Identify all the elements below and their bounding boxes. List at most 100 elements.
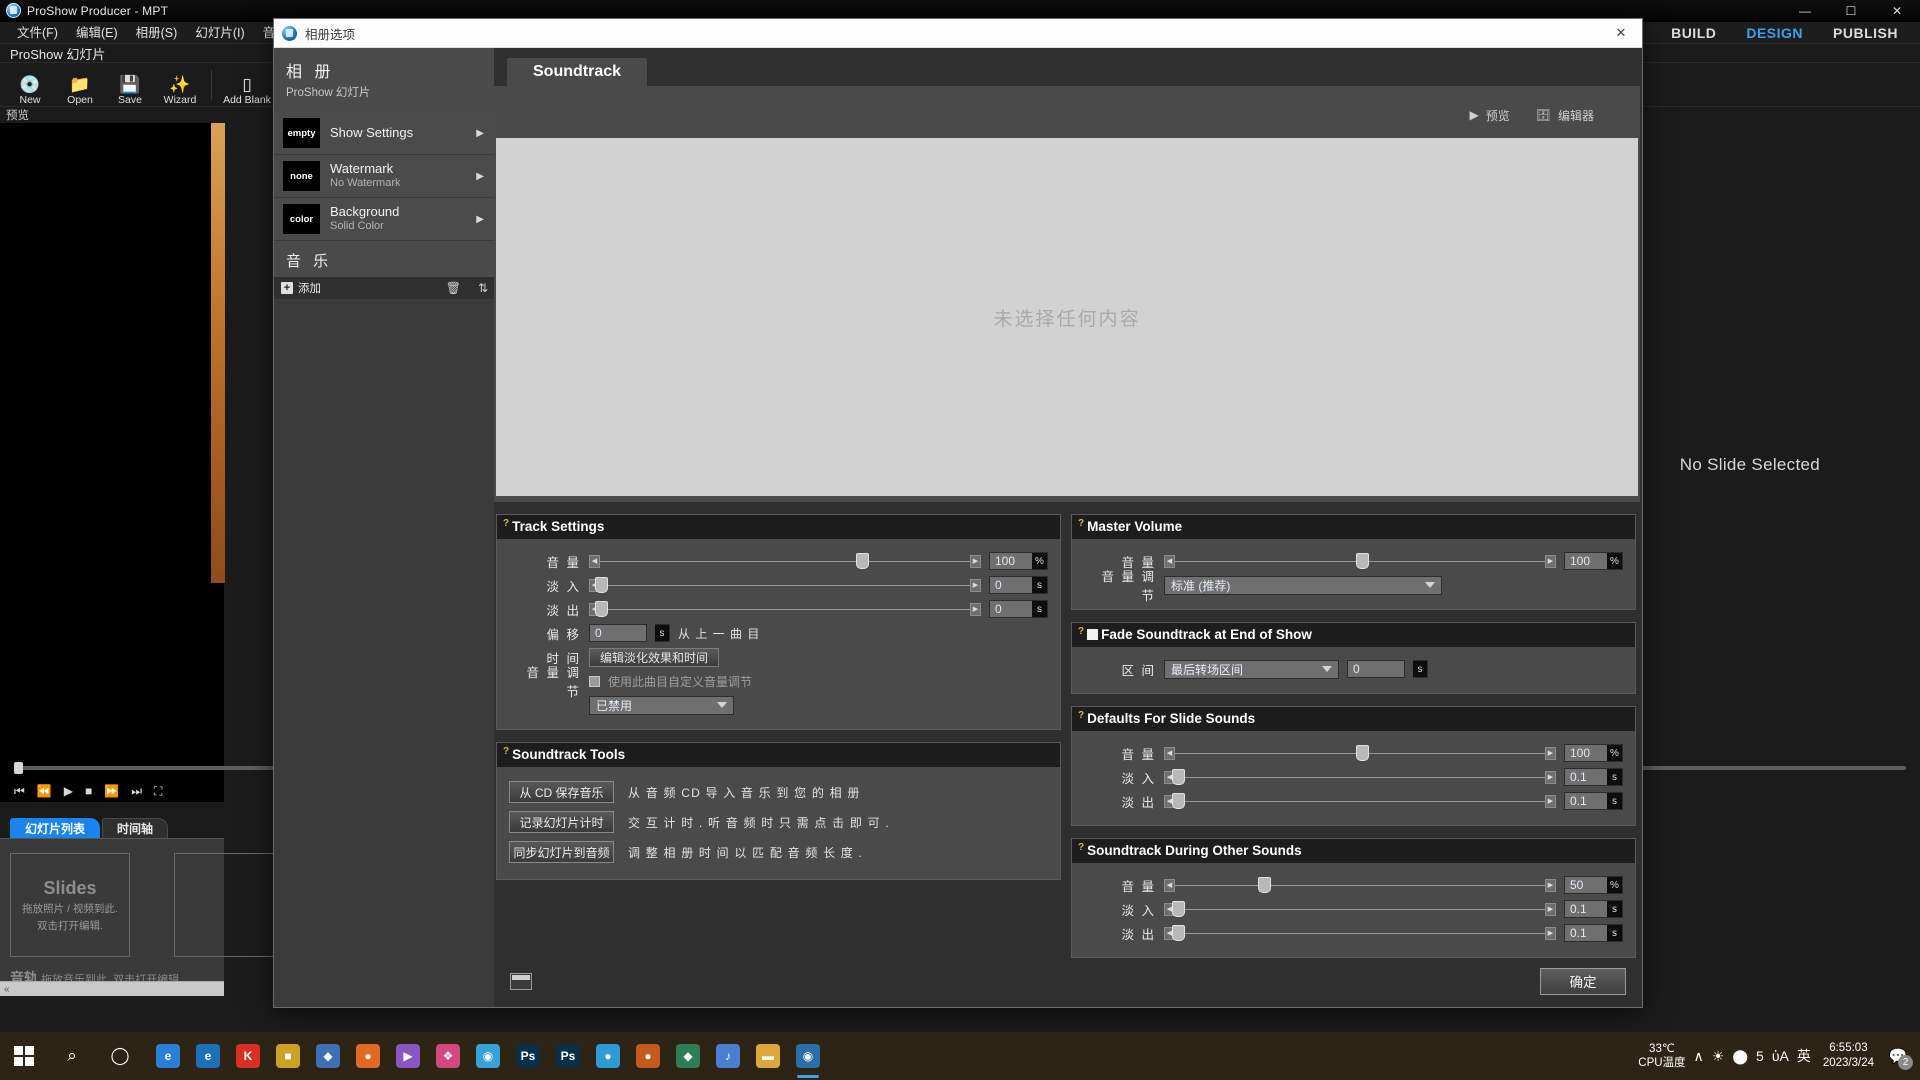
save-music-from-cd-button[interactable]: 从 CD 保存音乐 <box>509 781 614 803</box>
tray-volume-icon[interactable]: ὐA <box>1772 1048 1789 1064</box>
tab-soundtrack[interactable]: Soundtrack <box>507 58 647 86</box>
sync-slides-to-audio-button[interactable]: 同步幻灯片到音频 <box>509 841 614 863</box>
track-fadeout-value[interactable]: 0 <box>990 601 1032 617</box>
toolbar-addblank-button[interactable]: ▯ Add Blank <box>219 64 275 106</box>
slider-increase-icon[interactable]: ▶ <box>970 555 981 568</box>
taskbar-app-8[interactable]: ❖ <box>428 1032 468 1080</box>
tray-shield-icon[interactable]: ⬤ <box>1732 1048 1748 1065</box>
help-question-icon[interactable]: ? <box>503 747 509 757</box>
taskview-icon[interactable]: ◯ <box>96 1032 144 1080</box>
menu-show[interactable]: 相册(S) <box>127 22 187 44</box>
custom-volume-select[interactable]: 已禁用 <box>589 696 734 715</box>
slider-increase-icon[interactable]: ▶ <box>1545 771 1556 784</box>
toolbar-open-button[interactable]: 📁 Open <box>56 64 104 106</box>
stop-icon[interactable]: ■ <box>85 784 92 798</box>
other-fadeout-value[interactable]: 0.1 <box>1565 925 1607 941</box>
sidebar-item-background[interactable]: color Background Solid Color ▶ <box>274 198 494 241</box>
slider-knob[interactable] <box>856 553 869 569</box>
record-slide-timing-button[interactable]: 记录幻灯片计时 <box>509 811 614 833</box>
slider-knob[interactable] <box>595 601 608 617</box>
mode-publish[interactable]: PUBLISH <box>1833 25 1898 41</box>
taskbar-app-15[interactable]: ♪ <box>708 1032 748 1080</box>
start-button[interactable] <box>0 1032 48 1080</box>
track-fadein-value[interactable]: 0 <box>990 577 1032 593</box>
master-volume-value[interactable]: 100 <box>1565 553 1607 569</box>
track-volume-slider[interactable]: ◀ ▶ <box>589 552 981 570</box>
track-fadein-field[interactable]: 0 s <box>989 576 1048 594</box>
tray-expand-chevron-icon[interactable]: ∧ <box>1694 1048 1704 1065</box>
slider-knob[interactable] <box>1172 769 1185 785</box>
slider-increase-icon[interactable]: ▶ <box>970 603 981 616</box>
slider-decrease-icon[interactable]: ◀ <box>1164 747 1175 760</box>
fastforward-icon[interactable]: ⏩ <box>104 784 119 798</box>
fade-soundtrack-checkbox[interactable] <box>1087 629 1098 640</box>
menu-edit[interactable]: 编辑(E) <box>67 22 127 44</box>
slide-default-fadein-slider[interactable]: ◀ ▶ <box>1164 768 1556 786</box>
slider-knob[interactable] <box>595 577 608 593</box>
slider-knob[interactable] <box>1172 925 1185 941</box>
slider-increase-icon[interactable]: ▶ <box>1545 927 1556 940</box>
help-question-icon[interactable]: ? <box>503 519 509 529</box>
track-fadeout-slider[interactable]: ◀ ▶ <box>589 600 981 618</box>
slider-increase-icon[interactable]: ▶ <box>1545 795 1556 808</box>
slide-default-volume-field[interactable]: 100 % <box>1564 744 1623 762</box>
slide-default-fadeout-field[interactable]: 0.1 s <box>1564 792 1623 810</box>
slider-increase-icon[interactable]: ▶ <box>1545 747 1556 760</box>
slider-decrease-icon[interactable]: ◀ <box>1164 555 1175 568</box>
ime-indicator[interactable]: 英 <box>1797 1046 1811 1066</box>
track-volume-field[interactable]: 100 % <box>989 552 1048 570</box>
track-fadeout-field[interactable]: 0 s <box>989 600 1048 618</box>
other-fadein-field[interactable]: 0.1 s <box>1564 900 1623 918</box>
master-volume-slider[interactable]: ◀ ▶ <box>1164 552 1556 570</box>
taskbar-app-13[interactable]: ● <box>628 1032 668 1080</box>
minimize-button[interactable]: — <box>1782 0 1828 22</box>
slide-default-fadein-value[interactable]: 0.1 <box>1565 769 1607 785</box>
other-volume-value[interactable]: 50 <box>1565 877 1607 893</box>
slide-default-fadeout-slider[interactable]: ◀ ▶ <box>1164 792 1556 810</box>
track-volume-value[interactable]: 100 <box>990 553 1032 569</box>
slider-increase-icon[interactable]: ▶ <box>1545 555 1556 568</box>
cpu-temperature-widget[interactable]: 33℃ CPU温度 <box>1638 1042 1685 1070</box>
help-question-icon[interactable]: ? <box>1078 627 1084 637</box>
sort-updown-icon[interactable]: ⇅ <box>472 281 494 295</box>
taskbar-app-9[interactable]: ◉ <box>468 1032 508 1080</box>
sidebar-item-watermark[interactable]: none Watermark No Watermark ▶ <box>274 155 494 198</box>
taskbar-app-explorer[interactable]: ▬ <box>748 1032 788 1080</box>
dialog-close-button[interactable]: ✕ <box>1600 19 1642 48</box>
slider-knob[interactable] <box>1356 745 1369 761</box>
track-fadein-slider[interactable]: ◀ ▶ <box>589 576 981 594</box>
slider-knob[interactable] <box>1258 877 1271 893</box>
taskbar-app-12[interactable]: ● <box>588 1032 628 1080</box>
slider-decrease-icon[interactable]: ◀ <box>1164 879 1175 892</box>
other-fadein-slider[interactable]: ◀ ▶ <box>1164 900 1556 918</box>
help-question-icon[interactable]: ? <box>1078 711 1084 721</box>
toolbar-new-button[interactable]: 💿 New <box>6 64 54 106</box>
track-offset-input[interactable]: 0 <box>589 624 647 642</box>
custom-volume-checkbox[interactable] <box>589 676 600 687</box>
help-question-icon[interactable]: ? <box>1078 519 1084 529</box>
master-volume-adjust-select[interactable]: 标准 (推荐) <box>1164 576 1442 595</box>
slider-knob[interactable] <box>1172 901 1185 917</box>
preview-editor-button[interactable]: 🗄 编辑器 <box>1536 107 1594 124</box>
taskbar-app-firefox[interactable]: ● <box>348 1032 388 1080</box>
slide-default-volume-slider[interactable]: ◀ ▶ <box>1164 744 1556 762</box>
preview-play-button[interactable]: ▶ 预览 <box>1470 107 1510 124</box>
other-volume-slider[interactable]: ◀ ▶ <box>1164 876 1556 894</box>
fullscreen-icon[interactable]: ⛶ <box>154 784 162 799</box>
taskbar-app-photoshop-2[interactable]: Ps <box>548 1032 588 1080</box>
play-icon[interactable]: ▶ <box>64 784 73 798</box>
plus-icon[interactable]: + <box>281 282 293 294</box>
other-fadein-value[interactable]: 0.1 <box>1565 901 1607 917</box>
master-volume-field[interactable]: 100 % <box>1564 552 1623 570</box>
maximize-button[interactable]: ☐ <box>1828 0 1874 22</box>
menu-file[interactable]: 文件(F) <box>8 22 67 44</box>
menu-slide[interactable]: 幻灯片(I) <box>186 22 253 44</box>
music-add-label[interactable]: 添加 <box>298 280 321 296</box>
taskbar-app-photoshop[interactable]: Ps <box>508 1032 548 1080</box>
taskbar-app-14[interactable]: ◆ <box>668 1032 708 1080</box>
taskbar-app-proshow[interactable]: ◉ <box>788 1032 828 1080</box>
taskbar-app-media[interactable]: ▶ <box>388 1032 428 1080</box>
rewind-icon[interactable]: ⏪ <box>37 784 52 798</box>
tray-sun-icon[interactable]: ☀ <box>1712 1048 1725 1065</box>
slider-increase-icon[interactable]: ▶ <box>1545 903 1556 916</box>
